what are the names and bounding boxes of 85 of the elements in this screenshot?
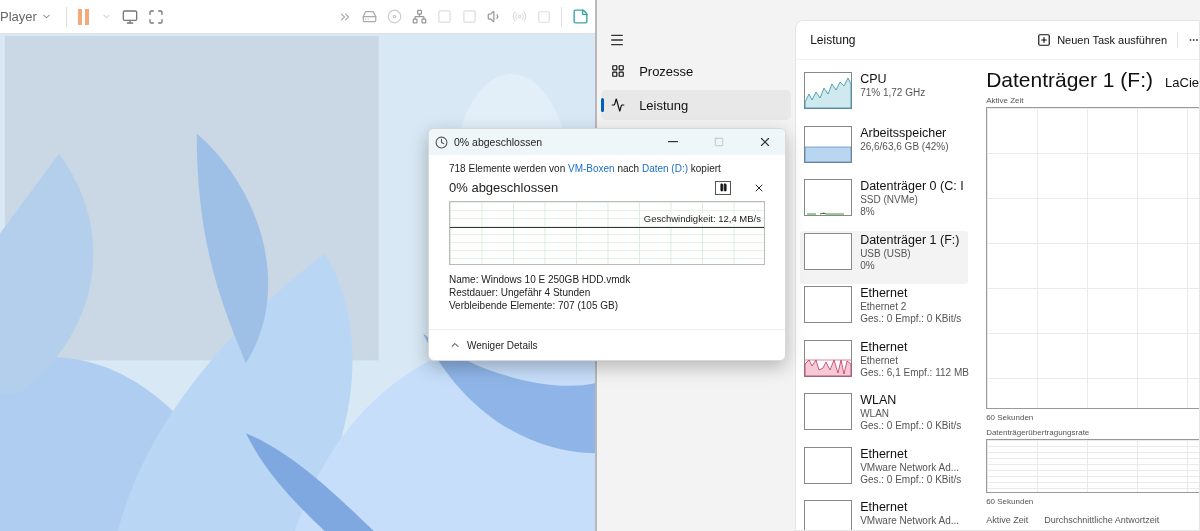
thumbnail-graph [804, 446, 853, 484]
close-icon [758, 135, 772, 149]
device-name: Datenträger 1 (F:) [860, 232, 960, 247]
nav-item[interactable]: Prozesse [601, 56, 792, 86]
copy-summary: 718 Elemente werden von VM-Boxen nach Daten (D:) kopiert [449, 163, 722, 174]
thumbnail-graph [804, 179, 853, 216]
device-name: Ethernet [860, 286, 909, 300]
device-item[interactable]: Datenträger 1 (F:) USB (USB) 0% [800, 230, 969, 284]
device-item[interactable]: CPU 71% 1,72 GHz [800, 70, 969, 124]
radio-icon[interactable] [512, 9, 528, 24]
disc-icon[interactable] [387, 9, 403, 24]
device-item[interactable]: Ethernet VMware Network Ad... Ges.: 0 Empf.: 0 KBit/s [800, 444, 969, 498]
graph-label: Aktive Zeit [986, 96, 1025, 105]
device-stat: USB (USB) [860, 247, 912, 259]
note-icon[interactable] [572, 8, 590, 25]
folder-link[interactable]: Daten (D:) [641, 163, 689, 174]
more-icon[interactable] [1177, 32, 1199, 48]
device-item[interactable]: Datenträger 0 (C: I SSD (NVMe) 8% [800, 177, 969, 231]
axis-label: 60 Sekunden [986, 497, 1035, 506]
device-stat: 26,6/63,6 GB (42%) [860, 140, 949, 152]
device-name: Ethernet [860, 500, 909, 514]
grid-icon [611, 64, 626, 78]
detail-line: Restdauer: Ungefähr 4 Stunden [449, 287, 592, 298]
device-item[interactable]: Ethernet Ethernet Ges.: 6,1 Empf.: 112 MB [800, 337, 969, 391]
pause-icon[interactable] [76, 7, 91, 26]
hard-drive-icon[interactable] [362, 9, 378, 24]
detail-title: Datenträger 1 (F:) [986, 68, 1154, 92]
device-name: Ethernet [860, 446, 909, 461]
stat-label: Aktive Zeit [986, 515, 1029, 525]
section-title: Leistung [810, 33, 857, 47]
pause-button[interactable] [715, 180, 731, 195]
network-icon[interactable] [412, 9, 428, 24]
device-stat: Ges.: 0 Empf.: 0 KBit/s [860, 473, 962, 485]
device-stat: Ges.: 6,1 Empf.: 112 MB [860, 366, 969, 378]
axis-label: 60 Sekunden [986, 413, 1035, 422]
graph-label: Datenträgerübertragungsrate [986, 428, 1091, 437]
device-stat: Ges.: 0 Empf.: 0 KBit/s [860, 420, 962, 431]
thumbnail-graph [804, 339, 853, 377]
pause-icon [718, 183, 728, 192]
device-name: WLAN [860, 393, 898, 407]
speed-label: Geschwindigkeit: 12,4 MB/s [643, 213, 761, 224]
device-stat: 0% [860, 259, 876, 271]
thumbnail-graph [804, 232, 853, 270]
square-icon[interactable] [437, 9, 453, 24]
thumbnail-graph [804, 72, 853, 109]
thumbnail-graph [804, 286, 853, 323]
device-stat: WLAN [860, 408, 891, 419]
nav-item[interactable]: Leistung [601, 90, 792, 120]
player-menu[interactable]: Player [0, 9, 56, 24]
square-icon[interactable] [537, 9, 552, 24]
device-name: Datenträger 0 (C: I [860, 179, 964, 193]
square-icon[interactable] [462, 9, 478, 24]
device-stat: Ges.: 0 Empf.: 0 KBit/s [860, 313, 962, 324]
device-stat: 8% [860, 206, 876, 217]
device-item[interactable]: Arbeitsspeicher 26,6/63,6 GB (42%) [800, 123, 969, 177]
fullscreen-icon[interactable] [147, 8, 164, 25]
device-name: Arbeitsspeicher [860, 125, 948, 140]
progress-text: 0% abgeschlossen [449, 180, 560, 195]
device-stat: VMware Network Ad... [860, 461, 961, 473]
less-details-button[interactable]: Weniger Details [449, 339, 538, 351]
device-stat: VMware Network Ad... [860, 515, 960, 526]
detail-line: Verbleibende Elemente: 707 (105 GB) [449, 300, 619, 311]
device-stat: Ethernet [860, 354, 899, 366]
dialog-title: 0% abgeschlossen [454, 136, 544, 148]
device-stat: Ethernet 2 [860, 301, 908, 312]
device-stat: SSD (NVMe) [860, 194, 919, 205]
new-task-button[interactable]: Neuen Task ausführen [1027, 33, 1177, 47]
clock-icon [435, 135, 448, 149]
add-task-icon [1037, 33, 1052, 47]
device-item[interactable]: Ethernet Ethernet 2 Ges.: 0 Empf.: 0 KBit/s [800, 284, 969, 338]
pulse-icon [611, 98, 626, 112]
minimize-icon [668, 141, 678, 143]
folder-link[interactable]: VM-Boxen [567, 163, 615, 174]
detail-line: Name: Windows 10 E 250GB HDD.vmdk [449, 274, 632, 285]
maximize-icon [714, 137, 724, 147]
thumbnail-graph [804, 393, 853, 430]
device-stat: 71% 1,72 GHz [860, 87, 926, 98]
monitor-icon[interactable] [121, 8, 138, 25]
device-model: LaCie [1165, 75, 1199, 90]
thumbnail-graph [804, 125, 853, 163]
stat-label: Durchschnittliche Antwortzeit [1044, 515, 1160, 525]
device-name: Ethernet [860, 339, 909, 354]
device-name: CPU [860, 72, 888, 86]
device-item[interactable]: Ethernet VMware Network Ad... [800, 498, 969, 530]
device-item[interactable]: WLAN WLAN Ges.: 0 Empf.: 0 KBit/s [800, 391, 969, 445]
